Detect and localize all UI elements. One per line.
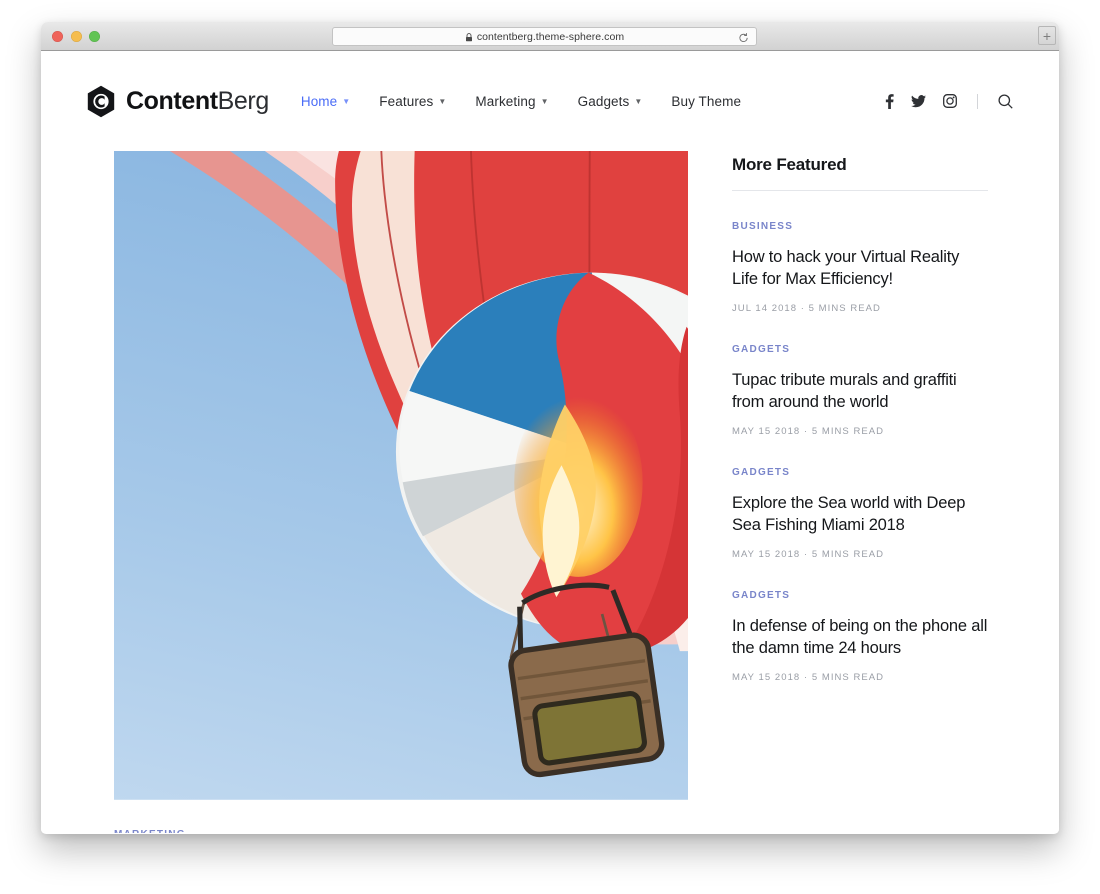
logo-text-light: Berg	[217, 86, 270, 115]
main-column: MARKETING Why every startup should adopt…	[114, 151, 688, 833]
sidebar-post-category[interactable]: GADGETS	[732, 590, 790, 601]
sidebar-post-item[interactable]: GADGETS Explore the Sea world with Deep …	[732, 437, 988, 560]
site-logo[interactable]: ContentBerg	[86, 85, 269, 118]
sidebar-post-title[interactable]: In defense of being on the phone all the…	[732, 616, 988, 660]
nav-item-label: Gadgets	[577, 93, 630, 109]
nav-item-marketing[interactable]: Marketing ▼	[475, 94, 548, 109]
search-icon[interactable]	[998, 93, 1013, 109]
nav-item-label: Buy Theme	[671, 93, 742, 109]
sidebar-post-meta: MAY 15 2018 · 5 MINS READ	[732, 425, 885, 437]
nav-item-label: Home	[300, 93, 338, 109]
browser-window: contentberg.theme-sphere.com + ContentBe…	[41, 22, 1059, 834]
close-window-button[interactable]	[52, 31, 63, 42]
nav-item-gadgets[interactable]: Gadgets ▼	[578, 94, 643, 109]
sidebar-post-meta: JUL 14 2018 · 5 MINS READ	[732, 302, 881, 314]
chevron-down-icon: ▼	[438, 97, 447, 106]
sidebar-post-title[interactable]: Tupac tribute murals and graffiti from a…	[732, 370, 988, 414]
instagram-icon[interactable]	[943, 94, 957, 108]
reload-icon[interactable]	[738, 31, 749, 49]
new-tab-button[interactable]: +	[1038, 26, 1056, 45]
address-bar[interactable]: contentberg.theme-sphere.com	[332, 27, 757, 46]
sidebar-post-meta: MAY 15 2018 · 5 MINS READ	[732, 671, 885, 683]
main-navigation: Home ▼ Features ▼ Marketing ▼ Gadgets ▼ …	[301, 94, 741, 109]
lock-icon	[465, 29, 473, 47]
minimize-window-button[interactable]	[70, 31, 82, 42]
twitter-icon[interactable]	[911, 94, 926, 108]
header-divider	[977, 93, 978, 109]
nav-item-label: Marketing	[475, 93, 536, 109]
nav-item-home[interactable]: Home ▼	[301, 94, 350, 109]
zoom-window-button[interactable]	[89, 31, 100, 42]
site-viewport: ContentBerg Home ▼ Features ▼ Marketing …	[41, 51, 1059, 833]
sidebar-post-item[interactable]: BUSINESS How to hack your Virtual Realit…	[732, 191, 988, 314]
sidebar-post-meta: MAY 15 2018 · 5 MINS READ	[732, 548, 885, 560]
url-text: contentberg.theme-sphere.com	[476, 30, 625, 43]
browser-toolbar: contentberg.theme-sphere.com +	[41, 22, 1059, 51]
sidebar-post-category[interactable]: GADGETS	[732, 344, 790, 355]
sidebar-post-title[interactable]: Explore the Sea world with Deep Sea Fish…	[732, 493, 988, 537]
sidebar-more-featured: More Featured BUSINESS How to hack your …	[732, 151, 988, 800]
nav-item-buy-theme[interactable]: Buy Theme	[671, 94, 741, 109]
content-grid: MARKETING Why every startup should adopt…	[41, 151, 1059, 833]
chevron-down-icon: ▼	[634, 97, 643, 106]
chevron-down-icon: ▼	[540, 97, 549, 106]
window-controls	[52, 31, 100, 42]
featured-post-body: MARKETING Why every startup should adopt…	[114, 800, 688, 833]
facebook-icon[interactable]	[885, 93, 894, 109]
nav-item-label: Features	[379, 93, 434, 109]
featured-post-category[interactable]: MARKETING	[114, 829, 186, 833]
chevron-down-icon: ▼	[342, 97, 351, 106]
site-header: ContentBerg Home ▼ Features ▼ Marketing …	[41, 51, 1059, 151]
sidebar-post-category[interactable]: GADGETS	[732, 467, 790, 478]
logo-text: ContentBerg	[126, 87, 269, 116]
header-actions	[885, 93, 1013, 109]
sidebar-post-title[interactable]: How to hack your Virtual Reality Life fo…	[732, 247, 988, 291]
logo-text-strong: Content	[126, 86, 218, 115]
sidebar-post-item[interactable]: GADGETS In defense of being on the phone…	[732, 560, 988, 683]
hexagon-c-logo-icon	[86, 85, 116, 118]
sidebar-post-category[interactable]: BUSINESS	[732, 221, 793, 232]
sidebar-post-item[interactable]: GADGETS Tupac tribute murals and graffit…	[732, 314, 988, 437]
sidebar-title: More Featured	[732, 155, 847, 174]
featured-post-image[interactable]	[114, 151, 688, 800]
nav-item-features[interactable]: Features ▼	[379, 94, 446, 109]
